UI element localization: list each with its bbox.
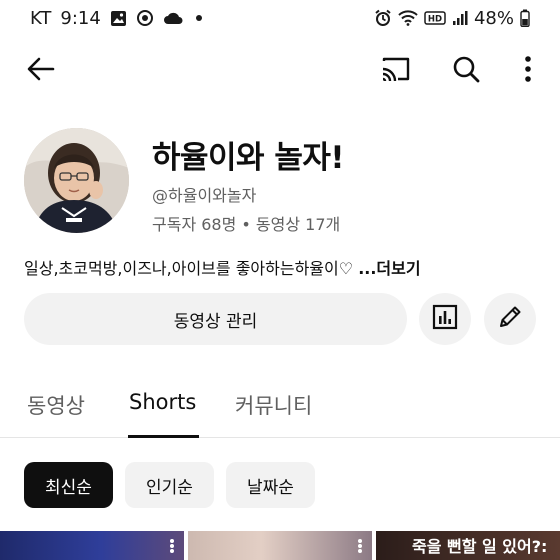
signal-icon — [452, 10, 468, 26]
alarm-icon — [374, 9, 392, 27]
more-options-button[interactable] — [505, 48, 551, 94]
edit-pencil-icon — [497, 304, 523, 334]
manage-videos-button[interactable]: 동영상 관리 — [24, 293, 407, 345]
image-icon — [110, 10, 127, 27]
app-bar — [0, 48, 560, 94]
sync-icon — [136, 9, 154, 27]
shorts-thumbnail[interactable] — [188, 531, 372, 560]
channel-stats: 구독자 68명 • 동영상 17개 — [152, 215, 341, 234]
cast-icon — [380, 55, 412, 87]
chip-date[interactable]: 날짜순 — [226, 462, 315, 508]
back-arrow-icon — [26, 54, 56, 88]
search-icon — [451, 54, 481, 88]
battery-percent: 48% — [473, 7, 514, 29]
cloud-icon — [163, 11, 183, 25]
shorts-thumbnail[interactable] — [0, 531, 184, 560]
active-tab-indicator — [128, 435, 199, 438]
channel-handle: @하율이와놀자 — [152, 186, 257, 205]
thumbnail-title: 죽을 뻔할 일 있어?: — [412, 537, 548, 556]
status-bar: KT 9:14 HD 48% — [0, 0, 560, 36]
tab-videos[interactable]: 동영상 — [27, 390, 85, 420]
more-vert-icon[interactable] — [358, 539, 362, 553]
battery-icon — [520, 9, 530, 27]
channel-name: 하율이와 놀자! — [152, 140, 345, 176]
manage-videos-label: 동영상 관리 — [173, 311, 258, 332]
wifi-icon — [398, 10, 418, 26]
hd-icon: HD — [424, 11, 446, 25]
more-link[interactable]: ...더보기 — [358, 259, 420, 278]
chip-popular[interactable]: 인기순 — [125, 462, 214, 508]
description-text: 일상,초코먹방,이즈나,아이브를 좋아하는하율이♡ — [24, 259, 359, 278]
channel-description[interactable]: 일상,초코먹방,이즈나,아이브를 좋아하는하율이♡ ...더보기 — [24, 255, 421, 279]
more-vert-icon[interactable] — [170, 539, 174, 553]
more-vert-icon — [523, 55, 533, 87]
cast-button[interactable] — [373, 48, 419, 94]
tab-shorts[interactable]: Shorts — [129, 390, 196, 414]
shorts-thumbnail[interactable]: 죽을 뻔할 일 있어?: — [376, 531, 560, 560]
edit-channel-button[interactable] — [484, 293, 536, 345]
analytics-icon — [432, 304, 458, 334]
clock: 9:14 — [60, 7, 101, 29]
tab-community[interactable]: 커뮤니티 — [235, 390, 312, 420]
avatar[interactable] — [24, 128, 129, 233]
svg-text:HD: HD — [428, 15, 442, 25]
back-button[interactable] — [18, 48, 64, 94]
analytics-button[interactable] — [419, 293, 471, 345]
chip-latest[interactable]: 최신순 — [24, 462, 113, 508]
search-button[interactable] — [443, 48, 489, 94]
channel-tabs: 동영상 Shorts 커뮤니티 — [0, 380, 560, 438]
carrier-label: KT — [30, 7, 52, 29]
notification-dot-icon — [195, 15, 202, 21]
